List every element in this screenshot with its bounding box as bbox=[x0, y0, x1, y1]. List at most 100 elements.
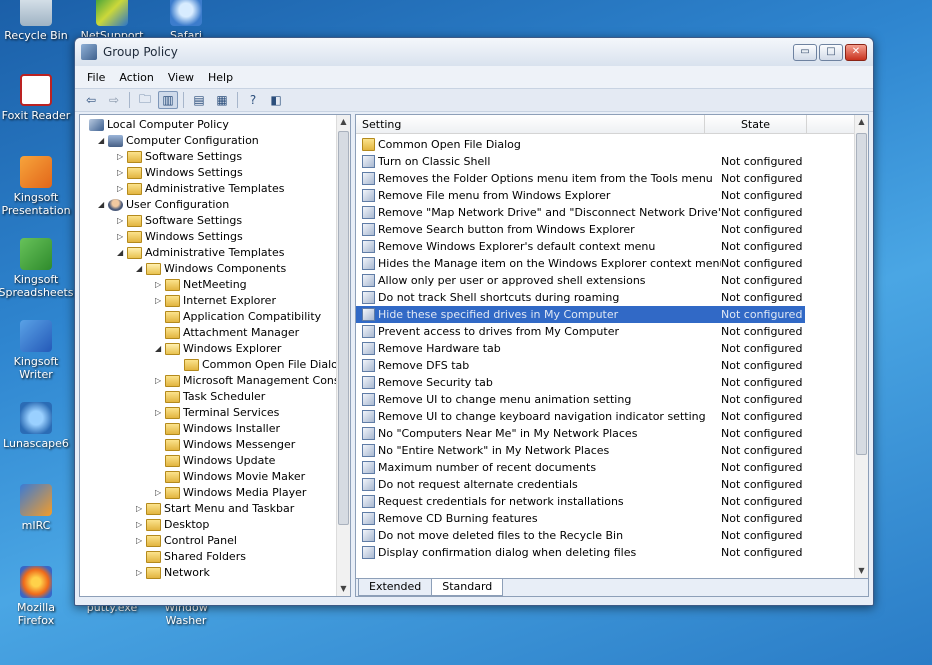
desktop-shortcut[interactable]: Kingsoft Writer bbox=[0, 320, 74, 381]
list-scrollbar[interactable]: ▲ ▼ bbox=[854, 115, 868, 578]
desktop-shortcut[interactable]: NetSupport bbox=[74, 0, 150, 42]
title-bar[interactable]: Group Policy ▭ □ ✕ bbox=[75, 38, 873, 66]
expand-arrow-icon[interactable]: ▷ bbox=[136, 505, 144, 513]
tree-node[interactable]: Windows Movie Maker bbox=[82, 469, 336, 485]
expand-arrow-icon[interactable]: ▷ bbox=[155, 297, 163, 305]
back-icon[interactable]: ⇦ bbox=[81, 91, 101, 109]
table-row[interactable]: Remove Windows Explorer's default contex… bbox=[356, 238, 854, 255]
up-one-level-icon[interactable]: 🗀 bbox=[135, 91, 155, 109]
menu-view[interactable]: View bbox=[162, 69, 200, 86]
tree-node[interactable]: Local Computer Policy bbox=[82, 117, 336, 133]
expand-arrow-icon[interactable]: ▷ bbox=[136, 521, 144, 529]
expand-arrow-icon[interactable]: ▷ bbox=[117, 217, 125, 225]
tree-node[interactable]: ▷ Start Menu and Taskbar bbox=[82, 501, 336, 517]
show-hide-action-pane-icon[interactable]: ◧ bbox=[266, 91, 286, 109]
forward-icon[interactable]: ⇨ bbox=[104, 91, 124, 109]
expand-arrow-icon[interactable]: ▷ bbox=[117, 169, 125, 177]
tree-node[interactable]: ▷ NetMeeting bbox=[82, 277, 336, 293]
table-row[interactable]: Remove File menu from Windows Explorer No… bbox=[356, 187, 854, 204]
tree-node[interactable]: Windows Update bbox=[82, 453, 336, 469]
table-row[interactable]: Display confirmation dialog when deletin… bbox=[356, 544, 854, 561]
expand-arrow-icon[interactable]: ▷ bbox=[117, 153, 125, 161]
tree-node[interactable]: ▷ Software Settings bbox=[82, 149, 336, 165]
desktop-shortcut[interactable]: Mozilla Firefox bbox=[0, 566, 74, 627]
column-header-state[interactable]: State bbox=[705, 115, 807, 133]
list-folder-row[interactable]: Common Open File Dialog bbox=[356, 136, 854, 153]
tree-node[interactable]: ▷ Control Panel bbox=[82, 533, 336, 549]
table-row[interactable]: Remove UI to change menu animation setti… bbox=[356, 391, 854, 408]
scroll-thumb[interactable] bbox=[338, 131, 349, 525]
table-row[interactable]: Hides the Manage item on the Windows Exp… bbox=[356, 255, 854, 272]
tab-standard[interactable]: Standard bbox=[431, 579, 504, 596]
table-row[interactable]: Turn on Classic Shell Not configured bbox=[356, 153, 854, 170]
scroll-up-icon[interactable]: ▲ bbox=[855, 115, 868, 129]
table-row[interactable]: Hide these specified drives in My Comput… bbox=[356, 306, 805, 323]
table-row[interactable]: Remove Hardware tab Not configured bbox=[356, 340, 854, 357]
tree-node[interactable]: ▷ Network bbox=[82, 565, 336, 581]
tree-node[interactable]: ◢ Windows Explorer bbox=[82, 341, 336, 357]
tab-extended[interactable]: Extended bbox=[358, 579, 433, 596]
tree-node[interactable]: ◢ Computer Configuration bbox=[82, 133, 336, 149]
tree-node[interactable]: Windows Messenger bbox=[82, 437, 336, 453]
table-row[interactable]: Remove Security tab Not configured bbox=[356, 374, 854, 391]
table-row[interactable]: Remove UI to change keyboard navigation … bbox=[356, 408, 854, 425]
desktop-shortcut[interactable]: Safari bbox=[148, 0, 224, 42]
tree-node[interactable]: ◢ Administrative Templates bbox=[82, 245, 336, 261]
scroll-thumb[interactable] bbox=[856, 133, 867, 455]
tree-node[interactable]: ◢ User Configuration bbox=[82, 197, 336, 213]
tree-node[interactable]: Application Compatibility bbox=[82, 309, 336, 325]
menu-action[interactable]: Action bbox=[113, 69, 159, 86]
desktop-shortcut[interactable]: Recycle Bin bbox=[0, 0, 74, 42]
menu-file[interactable]: File bbox=[81, 69, 111, 86]
table-row[interactable]: Remove CD Burning features Not configured bbox=[356, 510, 854, 527]
desktop-shortcut[interactable]: Kingsoft Presentation bbox=[0, 156, 74, 217]
tree-node[interactable]: ▷ Internet Explorer bbox=[82, 293, 336, 309]
table-row[interactable]: Removes the Folder Options menu item fro… bbox=[356, 170, 854, 187]
collapse-arrow-icon[interactable]: ◢ bbox=[98, 137, 106, 145]
tree-node[interactable]: Windows Installer bbox=[82, 421, 336, 437]
table-row[interactable]: Maximum number of recent documents Not co… bbox=[356, 459, 854, 476]
table-row[interactable]: Allow only per user or approved shell ex… bbox=[356, 272, 854, 289]
collapse-arrow-icon[interactable]: ◢ bbox=[136, 265, 144, 273]
desktop-shortcut[interactable]: Lunascape6 bbox=[0, 402, 74, 450]
tree-node[interactable]: ▷ Windows Settings bbox=[82, 165, 336, 181]
expand-arrow-icon[interactable]: ▷ bbox=[117, 233, 125, 241]
expand-arrow-icon[interactable]: ▷ bbox=[155, 409, 163, 417]
tree-node[interactable]: Shared Folders bbox=[82, 549, 336, 565]
collapse-arrow-icon[interactable]: ◢ bbox=[98, 201, 106, 209]
table-row[interactable]: Do not move deleted files to the Recycle… bbox=[356, 527, 854, 544]
minimize-button[interactable]: ▭ bbox=[793, 43, 817, 61]
close-button[interactable]: ✕ bbox=[845, 43, 867, 61]
maximize-button[interactable]: □ bbox=[819, 43, 843, 61]
tree-node[interactable]: Common Open File Dialog bbox=[82, 357, 345, 373]
column-header-setting[interactable]: Setting bbox=[356, 115, 705, 133]
properties-icon[interactable]: ▤ bbox=[189, 91, 209, 109]
scroll-down-icon[interactable]: ▼ bbox=[855, 564, 868, 578]
tree-node[interactable]: ▷ Desktop bbox=[82, 517, 336, 533]
tree-node[interactable]: ▷ Software Settings bbox=[82, 213, 336, 229]
scroll-up-icon[interactable]: ▲ bbox=[337, 115, 350, 129]
tree-node[interactable]: ◢ Windows Components bbox=[82, 261, 336, 277]
expand-arrow-icon[interactable]: ▷ bbox=[136, 537, 144, 545]
tree-node[interactable]: Attachment Manager bbox=[82, 325, 336, 341]
tree-node[interactable]: ▷ Microsoft Management Console bbox=[82, 373, 350, 389]
table-row[interactable]: Remove Search button from Windows Explor… bbox=[356, 221, 854, 238]
help-icon[interactable]: ? bbox=[243, 91, 263, 109]
tree-node[interactable]: ▷ Windows Media Player bbox=[82, 485, 336, 501]
expand-arrow-icon[interactable]: ▷ bbox=[155, 281, 163, 289]
tree-node[interactable]: ▷ Windows Settings bbox=[82, 229, 336, 245]
table-row[interactable]: No "Entire Network" in My Network Places… bbox=[356, 442, 854, 459]
export-list-icon[interactable]: ▦ bbox=[212, 91, 232, 109]
tree-scrollbar[interactable]: ▲ ▼ bbox=[336, 115, 350, 596]
table-row[interactable]: Do not track Shell shortcuts during roam… bbox=[356, 289, 854, 306]
table-row[interactable]: Remove DFS tab Not configured bbox=[356, 357, 854, 374]
menu-help[interactable]: Help bbox=[202, 69, 239, 86]
collapse-arrow-icon[interactable]: ◢ bbox=[117, 249, 125, 257]
expand-arrow-icon[interactable]: ▷ bbox=[136, 569, 144, 577]
scroll-down-icon[interactable]: ▼ bbox=[337, 582, 350, 596]
show-hide-tree-icon[interactable]: ▥ bbox=[158, 91, 178, 109]
table-row[interactable]: Request credentials for network installa… bbox=[356, 493, 854, 510]
desktop-shortcut[interactable]: mIRC bbox=[0, 484, 74, 532]
table-row[interactable]: Prevent access to drives from My Compute… bbox=[356, 323, 854, 340]
table-row[interactable]: Remove "Map Network Drive" and "Disconne… bbox=[356, 204, 854, 221]
